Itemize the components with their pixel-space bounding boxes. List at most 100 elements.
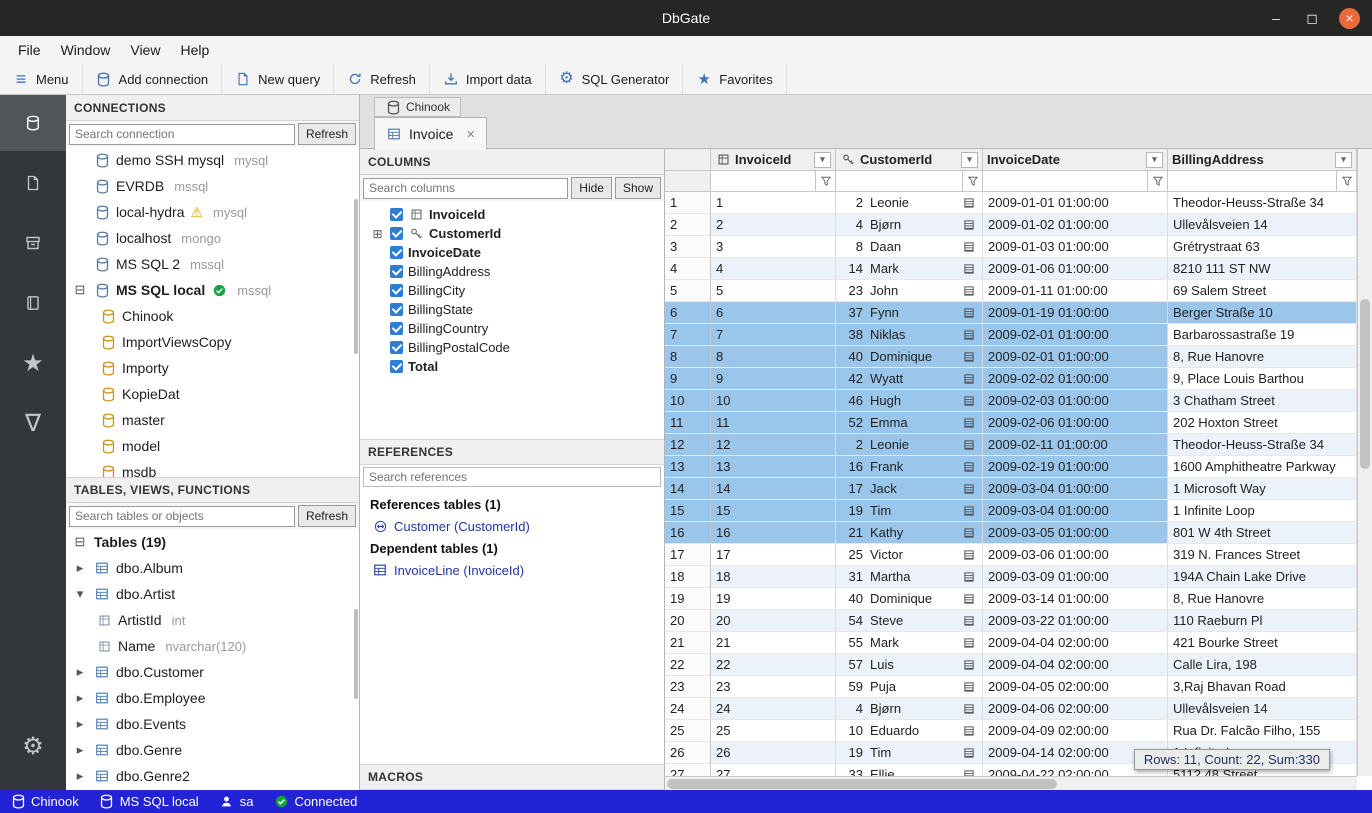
cell-customerid[interactable]: 40Dominique — [836, 588, 983, 610]
connection-item-ms-sql-2[interactable]: MS SQL 2mssql — [66, 251, 359, 277]
activity-query-history-button[interactable]: ∇ — [0, 395, 66, 451]
row-number[interactable]: 9 — [665, 368, 711, 390]
toolbar-refresh-button[interactable]: Refresh — [334, 64, 430, 94]
cell-invoicedate[interactable]: 2009-03-04 01:00:00 — [983, 500, 1168, 522]
checkbox-checked-icon[interactable] — [390, 284, 403, 297]
cell-invoicedate[interactable]: 2009-04-04 02:00:00 — [983, 632, 1168, 654]
tables-search-input[interactable] — [69, 506, 295, 527]
column-menu-chevron-icon[interactable]: ▾ — [1146, 152, 1163, 168]
table-item-dbo-events[interactable]: ▸dbo.Events — [66, 711, 359, 737]
cell-invoiceid[interactable]: 6 — [711, 302, 836, 324]
cell-customerid[interactable]: 33Ellie — [836, 764, 983, 776]
activity-settings-button[interactable]: ⚙ — [0, 718, 66, 774]
column-menu-chevron-icon[interactable]: ▾ — [1335, 152, 1352, 168]
cell-billingaddress[interactable]: Theodor-Heuss-Straße 34 — [1168, 434, 1357, 456]
row-number[interactable]: 11 — [665, 412, 711, 434]
cell-customerid[interactable]: 42Wyatt — [836, 368, 983, 390]
connection-item-demo-ssh-mysql[interactable]: demo SSH mysqlmysql — [66, 147, 359, 173]
activity-connections-button[interactable] — [0, 95, 66, 151]
row-number[interactable]: 23 — [665, 676, 711, 698]
tables-group[interactable]: ⊟Tables (19) — [66, 529, 359, 555]
tables-refresh-button[interactable]: Refresh — [298, 505, 356, 527]
column-menu-chevron-icon[interactable]: ▾ — [814, 152, 831, 168]
database-item-msdb[interactable]: msdb — [66, 459, 359, 477]
cell-invoiceid[interactable]: 11 — [711, 412, 836, 434]
cell-customerid[interactable]: 17Jack — [836, 478, 983, 500]
chevron-right-icon[interactable]: ▸ — [72, 768, 88, 784]
checkbox-checked-icon[interactable] — [390, 341, 403, 354]
connection-item-evrdb[interactable]: EVRDBmssql — [66, 173, 359, 199]
cell-invoiceid[interactable]: 1 — [711, 192, 836, 214]
connection-item-localhost[interactable]: localhostmongo — [66, 225, 359, 251]
chevron-right-icon[interactable]: ▸ — [72, 560, 88, 576]
database-item-kopiedat[interactable]: KopieDat — [66, 381, 359, 407]
chevron-right-icon[interactable]: ▸ — [72, 690, 88, 706]
cell-billingaddress[interactable]: 9, Place Louis Barthou — [1168, 368, 1357, 390]
cell-invoicedate[interactable]: 2009-02-01 01:00:00 — [983, 346, 1168, 368]
row-number[interactable]: 15 — [665, 500, 711, 522]
cell-invoicedate[interactable]: 2009-02-19 01:00:00 — [983, 456, 1168, 478]
row-number[interactable]: 2 — [665, 214, 711, 236]
cell-invoiceid[interactable]: 22 — [711, 654, 836, 676]
cell-invoicedate[interactable]: 2009-04-04 02:00:00 — [983, 654, 1168, 676]
connections-scrollbar-thumb[interactable] — [354, 199, 358, 354]
column-toggle-billingstate[interactable]: BillingState — [360, 300, 664, 319]
cell-invoiceid[interactable]: 10 — [711, 390, 836, 412]
table-item-dbo-employee[interactable]: ▸dbo.Employee — [66, 685, 359, 711]
row-number[interactable]: 17 — [665, 544, 711, 566]
row-number[interactable]: 24 — [665, 698, 711, 720]
cell-invoiceid[interactable]: 25 — [711, 720, 836, 742]
horizontal-scrollbar[interactable] — [665, 776, 1357, 790]
cell-billingaddress[interactable]: Grétrystraat 63 — [1168, 236, 1357, 258]
cell-invoicedate[interactable]: 2009-01-11 01:00:00 — [983, 280, 1168, 302]
checkbox-checked-icon[interactable] — [390, 322, 403, 335]
table-item-dbo-artist[interactable]: ▾dbo.Artist — [66, 581, 359, 607]
activity-files-button[interactable] — [0, 155, 66, 211]
row-number[interactable]: 19 — [665, 588, 711, 610]
filter-funnel-button[interactable] — [815, 171, 835, 191]
cell-invoiceid[interactable]: 15 — [711, 500, 836, 522]
cell-billingaddress[interactable]: 8210 111 ST NW — [1168, 258, 1357, 280]
cell-billingaddress[interactable]: 69 Salem Street — [1168, 280, 1357, 302]
activity-history-button[interactable] — [0, 275, 66, 331]
checkbox-checked-icon[interactable] — [390, 360, 403, 373]
maximize-icon[interactable]: ◻ — [1303, 10, 1321, 27]
statusbar-chinook[interactable]: Chinook — [0, 794, 89, 809]
cell-invoiceid[interactable]: 17 — [711, 544, 836, 566]
column-header-invoiceid[interactable]: InvoiceId▾ — [711, 149, 836, 171]
statusbar-ms-sql-local[interactable]: MS SQL local — [89, 794, 209, 809]
row-number[interactable]: 25 — [665, 720, 711, 742]
database-item-chinook[interactable]: Chinook — [66, 303, 359, 329]
cell-customerid[interactable]: 4Bjørn — [836, 214, 983, 236]
macros-panel-header[interactable]: MACROS — [360, 764, 664, 790]
row-number[interactable]: 3 — [665, 236, 711, 258]
cell-invoiceid[interactable]: 23 — [711, 676, 836, 698]
corner-header-cell[interactable] — [665, 149, 711, 171]
cell-billingaddress[interactable]: 3,Raj Bhavan Road — [1168, 676, 1357, 698]
cell-billingaddress[interactable]: Ullevålsveien 14 — [1168, 698, 1357, 720]
cell-customerid[interactable]: 2Leonie — [836, 434, 983, 456]
table-item-dbo-genre2[interactable]: ▸dbo.Genre2 — [66, 763, 359, 789]
minimize-icon[interactable]: – — [1267, 10, 1285, 26]
cell-invoicedate[interactable]: 2009-02-03 01:00:00 — [983, 390, 1168, 412]
cell-customerid[interactable]: 38Niklas — [836, 324, 983, 346]
menu-file[interactable]: File — [8, 42, 51, 58]
cell-customerid[interactable]: 19Tim — [836, 500, 983, 522]
cell-invoicedate[interactable]: 2009-03-04 01:00:00 — [983, 478, 1168, 500]
cell-invoicedate[interactable]: 2009-03-06 01:00:00 — [983, 544, 1168, 566]
statusbar-sa[interactable]: sa — [209, 794, 264, 809]
cell-billingaddress[interactable]: Barbarossastraße 19 — [1168, 324, 1357, 346]
row-number[interactable]: 20 — [665, 610, 711, 632]
cell-customerid[interactable]: 8Daan — [836, 236, 983, 258]
cell-invoicedate[interactable]: 2009-01-19 01:00:00 — [983, 302, 1168, 324]
row-number[interactable]: 1 — [665, 192, 711, 214]
collapse-icon[interactable]: ⊟ — [72, 534, 88, 550]
connection-item-local-hydra[interactable]: local-hydra⚠mysql — [66, 199, 359, 225]
column-toggle-billingpostalcode[interactable]: BillingPostalCode — [360, 338, 664, 357]
database-item-model[interactable]: model — [66, 433, 359, 459]
column-toggle-total[interactable]: Total — [360, 357, 664, 376]
cell-invoicedate[interactable]: 2009-01-03 01:00:00 — [983, 236, 1168, 258]
toolbar-import-data-button[interactable]: Import data — [430, 64, 546, 94]
cell-invoiceid[interactable]: 5 — [711, 280, 836, 302]
references-search-input[interactable] — [363, 467, 661, 487]
